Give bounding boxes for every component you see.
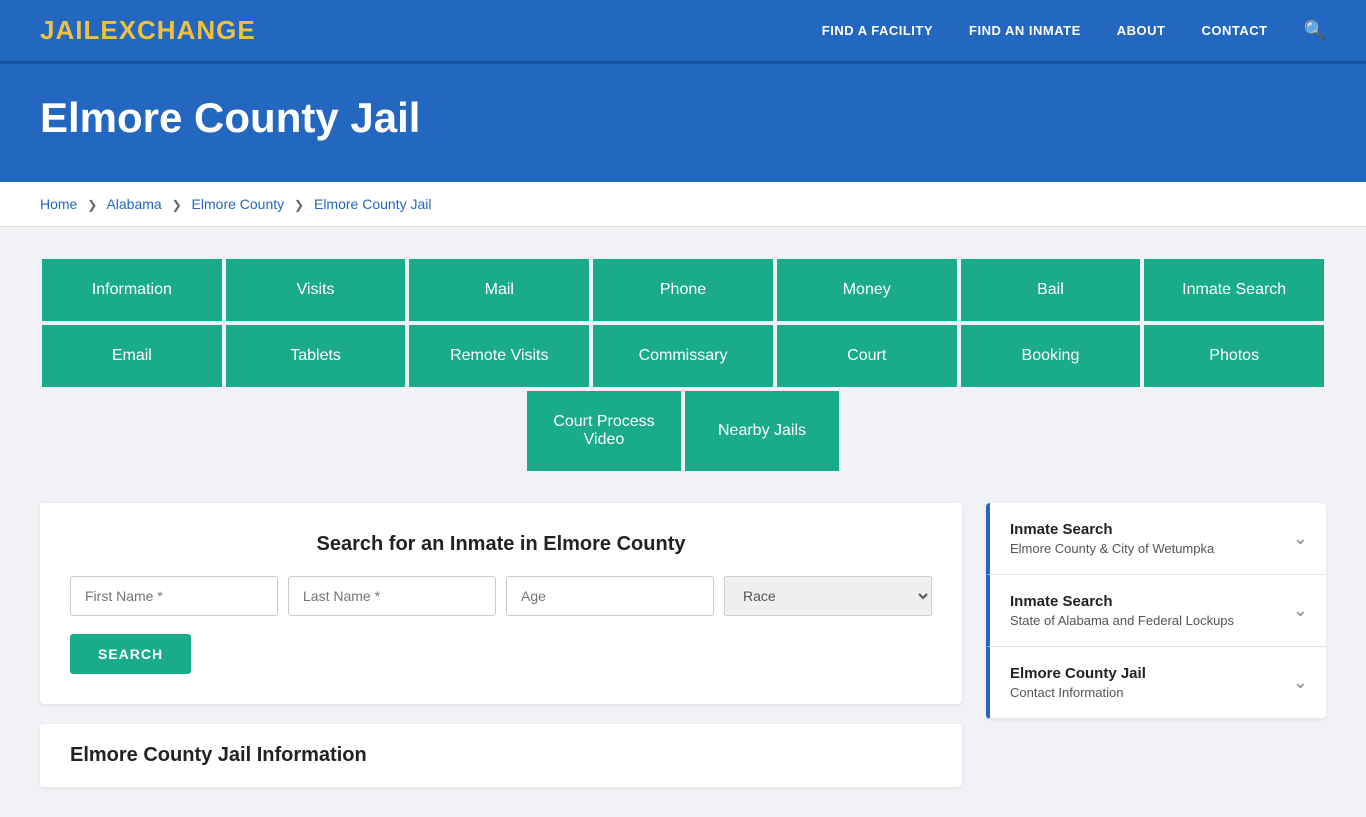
logo-part3: XCHANGE	[119, 15, 256, 45]
nav-find-facility[interactable]: FIND A FACILITY	[822, 23, 933, 38]
grid-row-2: Email Tablets Remote Visits Commissary C…	[40, 323, 1326, 389]
breadcrumb-sep-3: ❯	[294, 198, 304, 212]
race-select[interactable]: Race White Black Hispanic Asian Other	[724, 576, 932, 616]
btn-phone[interactable]: Phone	[591, 257, 775, 323]
info-section: Elmore County Jail Information	[40, 724, 962, 787]
sidebar-card-text-3: Elmore County Jail Contact Information	[1010, 665, 1146, 700]
sidebar-card-inmate-search-state[interactable]: Inmate Search State of Alabama and Feder…	[986, 575, 1326, 647]
breadcrumb-alabama[interactable]: Alabama	[106, 196, 161, 212]
btn-information[interactable]: Information	[40, 257, 224, 323]
chevron-icon-2: ⌄	[1293, 600, 1308, 621]
btn-court-process-video[interactable]: Court Process Video	[525, 389, 683, 473]
lower-section: Search for an Inmate in Elmore County Ra…	[40, 503, 1326, 787]
hero-section: Elmore County Jail	[0, 64, 1366, 182]
sidebar-card-text-2: Inmate Search State of Alabama and Feder…	[1010, 593, 1234, 628]
btn-inmate-search[interactable]: Inmate Search	[1142, 257, 1326, 323]
grid-row-3: Court Process Video Nearby Jails	[40, 389, 1326, 473]
sidebar-card-subtitle-1: Elmore County & City of Wetumpka	[1010, 541, 1214, 556]
sidebar-card-inmate-search-local[interactable]: Inmate Search Elmore County & City of We…	[986, 503, 1326, 575]
sidebar-card-subtitle-2: State of Alabama and Federal Lockups	[1010, 613, 1234, 628]
grid-row-1: Information Visits Mail Phone Money Bail…	[40, 257, 1326, 323]
breadcrumb-sep-1: ❯	[87, 198, 97, 212]
btn-bail[interactable]: Bail	[959, 257, 1143, 323]
sidebar: Inmate Search Elmore County & City of We…	[986, 503, 1326, 719]
nav-about[interactable]: ABOUT	[1117, 23, 1166, 38]
nav-contact[interactable]: CONTACT	[1201, 23, 1267, 38]
last-name-input[interactable]	[288, 576, 496, 616]
sidebar-card-title-2: Inmate Search	[1010, 593, 1234, 610]
breadcrumb-sep-2: ❯	[172, 198, 182, 212]
page-title: Elmore County Jail	[40, 94, 1326, 142]
logo-part2: E	[100, 15, 118, 45]
btn-visits[interactable]: Visits	[224, 257, 408, 323]
navbar: JAILEXCHANGE FIND A FACILITY FIND AN INM…	[0, 0, 1366, 64]
breadcrumb-home[interactable]: Home	[40, 196, 77, 212]
age-input[interactable]	[506, 576, 714, 616]
breadcrumb-current: Elmore County Jail	[314, 196, 432, 212]
btn-mail[interactable]: Mail	[407, 257, 591, 323]
search-panel: Search for an Inmate in Elmore County Ra…	[40, 503, 962, 704]
nav-links: FIND A FACILITY FIND AN INMATE ABOUT CON…	[822, 20, 1326, 41]
left-column: Search for an Inmate in Elmore County Ra…	[40, 503, 962, 787]
site-logo[interactable]: JAILEXCHANGE	[40, 15, 256, 46]
search-fields: Race White Black Hispanic Asian Other	[70, 576, 932, 616]
btn-photos[interactable]: Photos	[1142, 323, 1326, 389]
sidebar-card-text-1: Inmate Search Elmore County & City of We…	[1010, 521, 1214, 556]
breadcrumb: Home ❯ Alabama ❯ Elmore County ❯ Elmore …	[0, 182, 1366, 227]
first-name-input[interactable]	[70, 576, 278, 616]
btn-booking[interactable]: Booking	[959, 323, 1143, 389]
search-title: Search for an Inmate in Elmore County	[70, 533, 932, 556]
page-body: Information Visits Mail Phone Money Bail…	[0, 227, 1366, 817]
nav-find-inmate[interactable]: FIND AN INMATE	[969, 23, 1081, 38]
sidebar-card-contact-info[interactable]: Elmore County Jail Contact Information ⌄	[986, 647, 1326, 719]
chevron-icon-1: ⌄	[1293, 528, 1308, 549]
search-icon[interactable]: 🔍	[1304, 20, 1326, 41]
chevron-icon-3: ⌄	[1293, 672, 1308, 693]
btn-money[interactable]: Money	[775, 257, 959, 323]
logo-part1: JAIL	[40, 15, 100, 45]
button-grid: Information Visits Mail Phone Money Bail…	[40, 257, 1326, 473]
btn-email[interactable]: Email	[40, 323, 224, 389]
btn-tablets[interactable]: Tablets	[224, 323, 408, 389]
breadcrumb-elmore-county[interactable]: Elmore County	[192, 196, 285, 212]
btn-remote-visits[interactable]: Remote Visits	[407, 323, 591, 389]
sidebar-card-title-3: Elmore County Jail	[1010, 665, 1146, 682]
search-button[interactable]: SEARCH	[70, 634, 191, 674]
btn-court[interactable]: Court	[775, 323, 959, 389]
sidebar-card-subtitle-3: Contact Information	[1010, 685, 1146, 700]
btn-commissary[interactable]: Commissary	[591, 323, 775, 389]
sidebar-card-title-1: Inmate Search	[1010, 521, 1214, 538]
info-title: Elmore County Jail Information	[70, 744, 932, 767]
btn-nearby-jails[interactable]: Nearby Jails	[683, 389, 841, 473]
